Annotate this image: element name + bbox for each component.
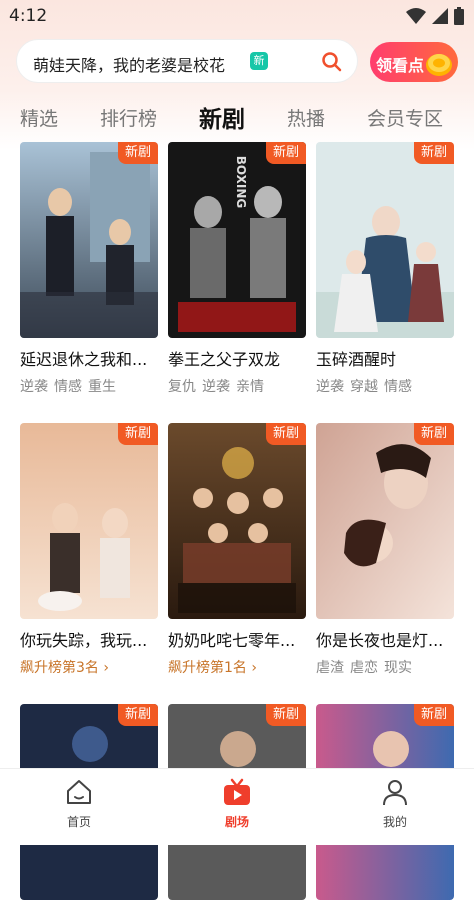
wifi-icon xyxy=(406,8,426,24)
bottom-nav: 首页 剧场 我的 xyxy=(0,768,474,845)
coin-icon xyxy=(426,54,452,76)
tag: 亲情 xyxy=(236,379,264,395)
tab-rankings[interactable]: 排行榜 xyxy=(100,104,157,131)
battery-icon xyxy=(454,7,464,25)
new-badge: 新剧 xyxy=(266,704,306,726)
drama-poster[interactable]: 新剧 xyxy=(20,423,158,619)
rank-label: 飙升榜第3名 xyxy=(20,660,99,676)
tab-new-dramas[interactable]: 新剧 xyxy=(199,100,245,134)
reward-label: 领看点 xyxy=(376,56,425,75)
tag: 复仇 xyxy=(168,379,196,395)
drama-poster[interactable]: 新剧 xyxy=(316,142,454,338)
rank-link[interactable]: 飙升榜第3名 › xyxy=(20,657,158,677)
drama-poster[interactable]: BOXING 新剧 xyxy=(168,142,306,338)
search-icon[interactable] xyxy=(321,51,343,73)
search-query: 萌娃天降，我的老婆是校花 xyxy=(33,56,226,75)
drama-poster[interactable]: 新剧 xyxy=(20,142,158,338)
tag: 现实 xyxy=(384,660,412,676)
drama-poster[interactable]: 新剧 xyxy=(316,423,454,619)
tag: 重生 xyxy=(88,379,116,395)
drama-card[interactable]: BOXING 新剧 拳王之父子双龙 复仇 逆袭 亲情 xyxy=(168,142,306,396)
drama-tags: 逆袭 情感 重生 xyxy=(20,376,158,396)
new-badge: 新剧 xyxy=(118,423,158,445)
new-badge: 新剧 xyxy=(266,423,306,445)
drama-tags: 逆袭 穿越 情感 xyxy=(316,376,454,396)
tag: 虐恋 xyxy=(350,660,378,676)
search-input[interactable]: 萌娃天降，我的老婆是校花 新 xyxy=(16,39,358,83)
tag: 虐渣 xyxy=(316,660,344,676)
new-badge: 新 xyxy=(250,52,268,70)
nav-home-label: 首页 xyxy=(66,815,91,829)
tag: 穿越 xyxy=(350,379,378,395)
new-badge: 新剧 xyxy=(118,704,158,726)
tab-vip-zone[interactable]: 会员专区 xyxy=(367,104,443,131)
theater-icon xyxy=(224,778,250,805)
svg-text:BOXING: BOXING xyxy=(234,156,248,209)
drama-card[interactable]: 新剧 玉碎酒醒时 逆袭 穿越 情感 xyxy=(316,142,454,396)
tab-hot[interactable]: 热播 xyxy=(287,104,325,131)
drama-title: 延迟退休之我和... xyxy=(20,350,148,369)
new-badge: 新剧 xyxy=(414,142,454,164)
tag: 逆袭 xyxy=(316,379,344,395)
reward-button[interactable]: 领看点 xyxy=(370,42,458,82)
drama-title: 玉碎酒醒时 xyxy=(316,350,397,369)
drama-title: 拳王之父子双龙 xyxy=(168,350,281,369)
rank-link[interactable]: 飙升榜第1名 › xyxy=(168,657,306,677)
new-badge: 新剧 xyxy=(414,423,454,445)
drama-title: 你是长夜也是灯... xyxy=(316,631,444,650)
tab-featured[interactable]: 精选 xyxy=(20,104,58,131)
drama-card[interactable]: 新剧 延迟退休之我和... 逆袭 情感 重生 xyxy=(20,142,158,396)
drama-tags: 复仇 逆袭 亲情 xyxy=(168,376,306,396)
drama-card[interactable]: 新剧 你玩失踪，我玩... 飙升榜第3名 › xyxy=(20,423,158,677)
drama-poster[interactable]: 新剧 xyxy=(168,423,306,619)
nav-home[interactable]: 首页 xyxy=(39,777,119,830)
status-time: 4:12 xyxy=(9,6,48,26)
chevron-right-icon: › xyxy=(251,660,257,676)
nav-profile[interactable]: 我的 xyxy=(355,777,435,830)
new-badge: 新剧 xyxy=(118,142,158,164)
home-icon xyxy=(67,780,91,804)
drama-card[interactable]: 新剧 奶奶叱咤七零年... 飙升榜第1名 › xyxy=(168,423,306,677)
profile-icon xyxy=(383,780,407,806)
status-bar: 4:12 xyxy=(0,0,474,34)
status-icons xyxy=(406,7,464,25)
chevron-right-icon: › xyxy=(103,660,109,676)
nav-theater-label: 剧场 xyxy=(224,815,249,829)
signal-icon xyxy=(432,8,448,24)
drama-title: 奶奶叱咤七零年... xyxy=(168,631,296,650)
drama-tags: 虐渣 虐恋 现实 xyxy=(316,657,454,677)
drama-card[interactable]: 新剧 你是长夜也是灯... 虐渣 虐恋 现实 xyxy=(316,423,454,677)
rank-label: 飙升榜第1名 xyxy=(168,660,247,676)
tag: 逆袭 xyxy=(202,379,230,395)
nav-theater[interactable]: 剧场 xyxy=(197,777,277,830)
new-badge: 新剧 xyxy=(414,704,454,726)
nav-profile-label: 我的 xyxy=(382,815,407,829)
tag: 逆袭 xyxy=(20,379,48,395)
category-tabs: 精选 排行榜 新剧 热播 会员专区 xyxy=(0,98,474,138)
new-badge: 新剧 xyxy=(266,142,306,164)
drama-title: 你玩失踪，我玩... xyxy=(20,631,148,650)
tag: 情感 xyxy=(54,379,82,395)
tag: 情感 xyxy=(384,379,412,395)
